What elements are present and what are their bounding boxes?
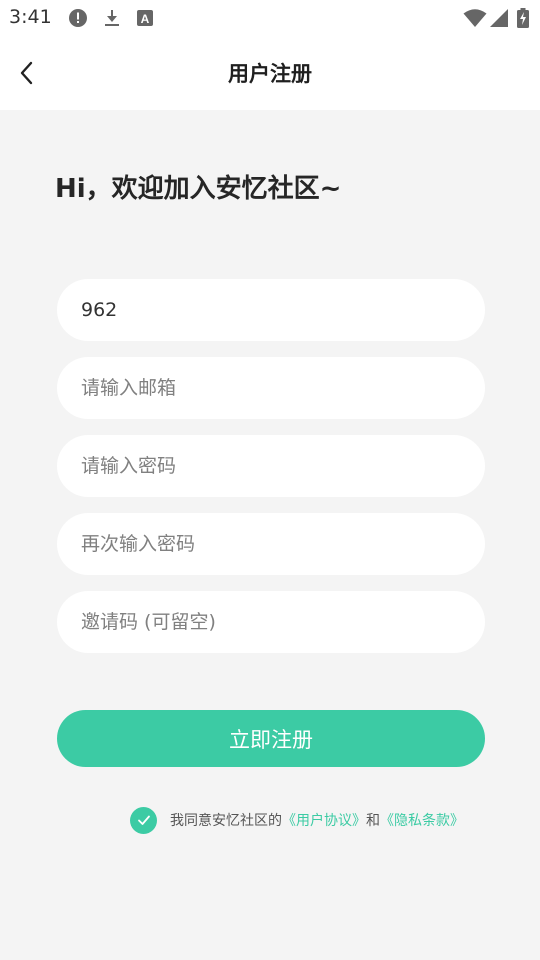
user-agreement-link[interactable]: 《用户协议》 <box>282 813 366 829</box>
alert-icon <box>69 9 87 27</box>
username-input[interactable] <box>79 298 463 322</box>
svg-text:A: A <box>141 12 150 26</box>
agreement-prefix: 我同意安忆社区的 <box>170 813 282 829</box>
invite-code-field[interactable] <box>57 591 485 653</box>
password-input[interactable] <box>79 454 463 478</box>
check-icon <box>137 815 150 825</box>
agreement-and: 和 <box>366 813 380 829</box>
invite-code-input[interactable] <box>79 610 463 634</box>
password-field[interactable] <box>57 435 485 497</box>
status-bar: 3:41 A <box>0 0 540 36</box>
app-bar: 用户注册 <box>0 36 540 110</box>
confirm-password-field[interactable] <box>57 513 485 575</box>
font-icon: A <box>137 10 153 26</box>
email-input[interactable] <box>79 376 463 400</box>
status-time: 3:41 <box>9 6 52 28</box>
page-title: 用户注册 <box>228 62 312 86</box>
confirm-password-input[interactable] <box>79 532 463 556</box>
battery-charging-icon <box>517 8 529 28</box>
email-field[interactable] <box>57 357 485 419</box>
welcome-heading: Hi，欢迎加入安忆社区~ <box>55 174 342 204</box>
signal-icon <box>490 9 508 27</box>
wifi-icon <box>463 9 487 27</box>
privacy-policy-link[interactable]: 《隐私条款》 <box>380 813 464 829</box>
agree-checkbox[interactable] <box>130 806 157 834</box>
download-icon <box>105 10 119 26</box>
agreement-row: 我同意安忆社区的《用户协议》和《隐私条款》 <box>130 806 464 834</box>
username-field[interactable] <box>57 279 485 341</box>
register-button[interactable]: 立即注册 <box>57 710 485 767</box>
agreement-text: 我同意安忆社区的《用户协议》和《隐私条款》 <box>170 810 464 830</box>
